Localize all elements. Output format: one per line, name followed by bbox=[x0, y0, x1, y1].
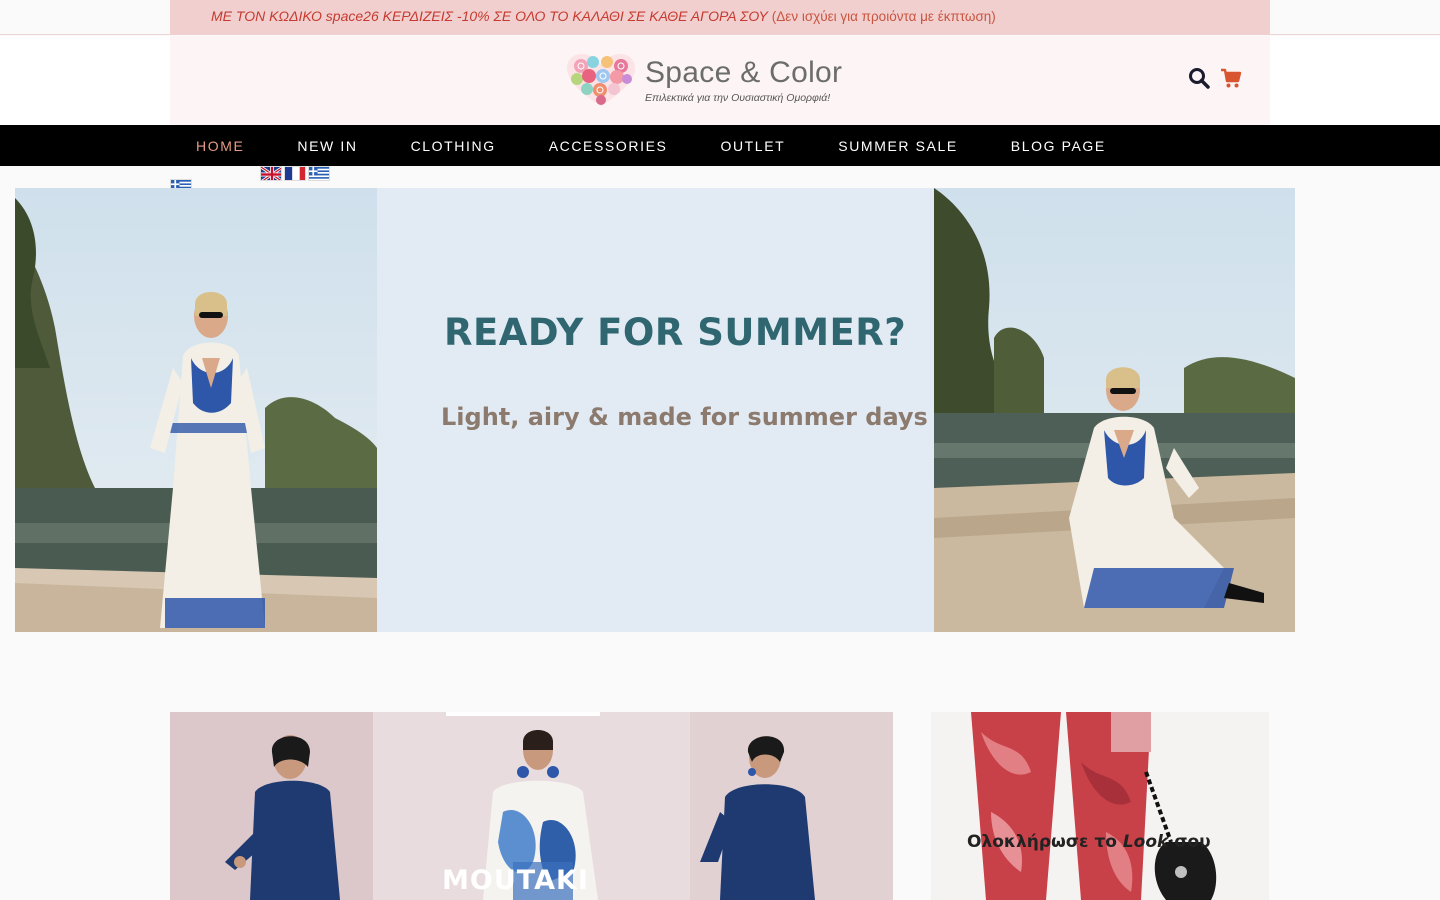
nav-item-clothing[interactable]: CLOTHING bbox=[411, 138, 496, 154]
main-nav: HOME NEW IN CLOTHING ACCESSORIES OUTLET … bbox=[0, 125, 1440, 166]
logo-text: Space & Color Επιλεκτικά για την Ουσιαστ… bbox=[645, 56, 842, 104]
promo-code-text: ΜΕ ΤΟΝ ΚΩΔΙΚΟ space26 ΚΕΡΔΙΖΕΙΣ -10% ΣΕ … bbox=[211, 8, 768, 24]
logo-name: Space & Color bbox=[645, 56, 843, 89]
banner-photo-1 bbox=[170, 712, 373, 900]
brand-banner-label: MOUTAKI bbox=[442, 865, 589, 896]
heart-logo-icon bbox=[567, 54, 635, 106]
nav-item-blog-page[interactable]: BLOG PAGE bbox=[1011, 138, 1106, 154]
nav-item-new-in[interactable]: NEW IN bbox=[297, 138, 357, 154]
nav-item-outlet[interactable]: OUTLET bbox=[720, 138, 785, 154]
banner-photo-3 bbox=[690, 712, 893, 900]
promo-banner: ΜΕ ΤΟΝ ΚΩΔΙΚΟ space26 ΚΕΡΔΙΖΕΙΣ -10% ΣΕ … bbox=[170, 0, 1270, 35]
hero-photo-right bbox=[934, 188, 1295, 632]
header: Space & Color Επιλεκτικά για την Ουσιαστ… bbox=[0, 36, 1440, 125]
hero-subtitle: Light, airy & made for summer days bbox=[441, 403, 928, 431]
nav-list: HOME NEW IN CLOTHING ACCESSORIES OUTLET … bbox=[196, 125, 1159, 166]
complete-look-label-emphasis: Look bbox=[1122, 832, 1169, 852]
flag-greek-alt-icon[interactable] bbox=[308, 166, 330, 181]
hero-banner[interactable]: READY FOR SUMMER? Light, airy & made for… bbox=[15, 188, 1295, 632]
cart-icon[interactable] bbox=[1219, 66, 1243, 90]
search-icon[interactable] bbox=[1187, 66, 1211, 90]
promo-strip: ΜΕ ΤΟΝ ΚΩΔΙΚΟ space26 ΚΕΡΔΙΖΕΙΣ -10% ΣΕ … bbox=[0, 0, 1440, 35]
brand-banner[interactable]: MOUTAKI bbox=[170, 712, 893, 900]
nav-item-home[interactable]: HOME bbox=[196, 138, 244, 154]
banner-photo-4 bbox=[931, 712, 1269, 900]
complete-look-label: Ολοκλήρωσε το Look σου bbox=[967, 832, 1211, 852]
promo-note: (Δεν ισχύει για προιόντα με έκπτωση) bbox=[771, 9, 996, 24]
logo-tagline: Επιλεκτικά για την Ουσιαστική Ομορφιά! bbox=[645, 92, 831, 104]
header-inner: Space & Color Επιλεκτικά για την Ουσιαστ… bbox=[170, 36, 1270, 125]
hero-photo-left bbox=[15, 188, 377, 632]
logo[interactable]: Space & Color Επιλεκτικά για την Ουσιαστ… bbox=[565, 52, 842, 108]
complete-look-label-suffix: σου bbox=[1168, 832, 1211, 852]
complete-look-label-prefix: Ολοκλήρωσε το bbox=[967, 832, 1123, 852]
complete-look-banner[interactable]: Ολοκλήρωσε το Look σου bbox=[931, 712, 1269, 900]
header-icons bbox=[1187, 66, 1243, 90]
nav-item-summer-sale[interactable]: SUMMER SALE bbox=[838, 138, 958, 154]
flag-french-icon[interactable] bbox=[284, 166, 306, 181]
nav-item-accessories[interactable]: ACCESSORIES bbox=[549, 138, 668, 154]
hero-title: READY FOR SUMMER? bbox=[444, 311, 907, 354]
flag-english-icon[interactable] bbox=[260, 166, 282, 181]
